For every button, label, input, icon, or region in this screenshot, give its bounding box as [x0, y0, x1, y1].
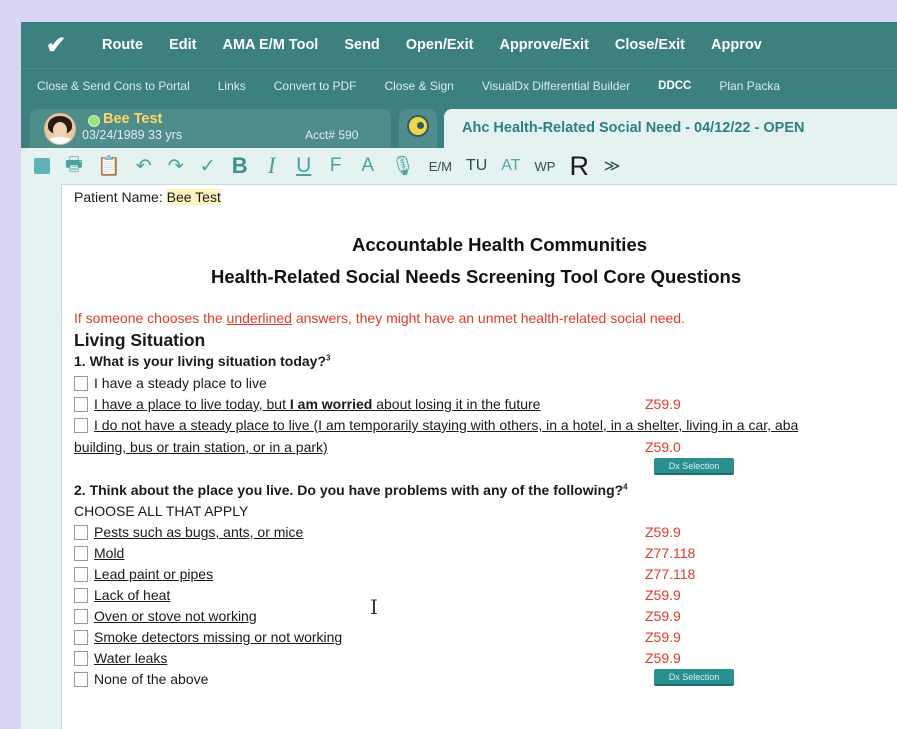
- menu-route[interactable]: Route: [102, 37, 143, 53]
- q2-code-oven: Z59.9: [645, 608, 681, 624]
- em-button[interactable]: E/M: [429, 159, 452, 174]
- q1-option-2[interactable]: I have a place to live today, but I am w…: [74, 396, 540, 412]
- choose-all-label: CHOOSE ALL THAT APPLY: [74, 503, 249, 519]
- patient-dob-age: 03/24/1989 33 yrs: [82, 128, 183, 142]
- avatar: [44, 113, 76, 145]
- q1-option-3-line2: building, bus or train station, or in a …: [74, 439, 328, 455]
- format-toolbar: 🖶 📋 ↶ ↷ ✓ B I U F A 🎙 E/M TU AT WP R ≫: [21, 148, 897, 184]
- r-button[interactable]: R: [569, 151, 589, 182]
- checkbox[interactable]: [74, 566, 88, 582]
- q2-option-lead[interactable]: Lead paint or pipes: [74, 566, 213, 582]
- main-menu-bar: ✔ Route Edit AMA E/M Tool Send Open/Exit…: [21, 22, 897, 68]
- save-icon[interactable]: [33, 158, 51, 174]
- link-close-sign[interactable]: Close & Sign: [384, 79, 453, 93]
- checkbox[interactable]: [74, 608, 88, 624]
- q2-code-water: Z59.9: [645, 650, 681, 666]
- key-tab[interactable]: [399, 109, 437, 148]
- document-tab-title: Ahc Health-Related Social Need - 04/12/2…: [462, 120, 805, 136]
- checkmark-icon[interactable]: ✔: [41, 31, 71, 60]
- q2-code-lead: Z77.118: [645, 566, 696, 582]
- section-living-situation: Living Situation: [74, 330, 206, 350]
- tu-button[interactable]: TU: [466, 157, 487, 175]
- question-2: 2. Think about the place you live. Do yo…: [74, 482, 628, 498]
- q2-option-mold[interactable]: Mold: [74, 545, 124, 561]
- font-icon[interactable]: F: [327, 155, 345, 177]
- doc-title-1: Accountable Health Communities: [352, 234, 648, 255]
- dx-selection-button-2[interactable]: Dx Selection: [654, 669, 734, 686]
- paste-icon[interactable]: 📋: [97, 154, 121, 178]
- italic-button[interactable]: I: [263, 153, 281, 179]
- link-ddcc[interactable]: DDCC: [658, 80, 691, 92]
- document-tab[interactable]: Ahc Health-Related Social Need - 04/12/2…: [444, 109, 897, 148]
- spellcheck-icon[interactable]: ✓: [199, 155, 217, 178]
- checkbox[interactable]: [74, 587, 88, 603]
- checkbox[interactable]: [74, 545, 88, 561]
- q1-option-2-code: Z59.9: [645, 396, 681, 412]
- checkbox[interactable]: [74, 650, 88, 666]
- print-icon[interactable]: 🖶: [65, 150, 83, 182]
- q1-option-3[interactable]: I do not have a steady place to live (I …: [74, 417, 798, 433]
- q2-option-water[interactable]: Water leaks: [74, 650, 167, 666]
- q2-code-smoke: Z59.9: [645, 629, 681, 645]
- link-convert-pdf[interactable]: Convert to PDF: [274, 79, 357, 93]
- menu-approve[interactable]: Approv: [711, 37, 762, 53]
- checkbox[interactable]: [74, 375, 88, 391]
- menu-edit[interactable]: Edit: [169, 37, 196, 53]
- checkbox[interactable]: [74, 396, 88, 412]
- text-cursor-icon: I: [370, 595, 378, 619]
- redo-icon[interactable]: ↷: [167, 155, 185, 178]
- instruction-note: If someone chooses the underlined answer…: [74, 310, 685, 326]
- question-1: 1. What is your living situation today?3: [74, 353, 331, 369]
- patient-tab[interactable]: Bee Test 03/24/1989 33 yrs Acct# 590: [30, 109, 391, 148]
- checkbox[interactable]: [74, 671, 88, 687]
- q2-code-mold: Z77.118: [645, 545, 696, 561]
- menu-ama-em-tool[interactable]: AMA E/M Tool: [222, 37, 318, 53]
- q1-option-3-code: Z59.0: [645, 439, 681, 455]
- bold-button[interactable]: B: [231, 153, 249, 179]
- underline-button[interactable]: U: [295, 154, 313, 178]
- menu-open-exit[interactable]: Open/Exit: [406, 37, 474, 53]
- doc-title-2: Health-Related Social Needs Screening To…: [211, 266, 742, 287]
- side-panel: [21, 184, 61, 729]
- patient-acct: Acct# 590: [305, 128, 359, 142]
- patient-name: Bee Test: [103, 111, 163, 127]
- app-window: ✔ Route Edit AMA E/M Tool Send Open/Exit…: [21, 22, 897, 729]
- microphone-icon[interactable]: 🎙: [391, 154, 415, 178]
- document-page[interactable]: Patient Name: Bee Test Accountable Healt…: [61, 184, 897, 729]
- patient-name-line: Patient Name: Bee Test: [74, 189, 221, 205]
- doc-patient-name: Bee Test: [166, 189, 221, 205]
- q2-option-oven[interactable]: Oven or stove not working: [74, 608, 257, 624]
- q2-option-smoke[interactable]: Smoke detectors missing or not working: [74, 629, 342, 645]
- checkbox[interactable]: [74, 524, 88, 540]
- q2-option-pests[interactable]: Pests such as bugs, ants, or mice: [74, 524, 303, 540]
- menu-close-exit[interactable]: Close/Exit: [615, 37, 685, 53]
- font-color-icon[interactable]: A: [359, 155, 377, 177]
- at-button[interactable]: AT: [501, 157, 520, 175]
- q2-code-pests: Z59.9: [645, 524, 681, 540]
- checkbox[interactable]: [74, 629, 88, 645]
- dx-selection-button-1[interactable]: Dx Selection: [654, 458, 734, 475]
- link-visualdx[interactable]: VisualDx Differential Builder: [482, 79, 630, 93]
- tab-row: Bee Test 03/24/1989 33 yrs Acct# 590 Ahc…: [21, 102, 897, 148]
- status-dot-icon: [88, 115, 100, 127]
- q2-code-heat: Z59.9: [645, 587, 681, 603]
- undo-icon[interactable]: ↶: [135, 155, 153, 178]
- menu-approve-exit[interactable]: Approve/Exit: [499, 37, 588, 53]
- wp-button[interactable]: WP: [535, 159, 556, 174]
- secondary-toolbar: Close & Send Cons to Portal Links Conver…: [21, 68, 897, 103]
- more-icon[interactable]: ≫: [603, 156, 621, 176]
- q1-option-1[interactable]: I have a steady place to live: [74, 375, 267, 391]
- link-close-send-cons[interactable]: Close & Send Cons to Portal: [37, 79, 190, 93]
- menu-send[interactable]: Send: [344, 37, 379, 53]
- q2-option-none[interactable]: None of the above: [74, 671, 208, 687]
- link-plan-package[interactable]: Plan Packa: [719, 79, 780, 93]
- q2-option-heat[interactable]: Lack of heat: [74, 587, 170, 603]
- key-icon: [407, 115, 429, 137]
- link-links[interactable]: Links: [218, 79, 246, 93]
- checkbox[interactable]: [74, 417, 88, 433]
